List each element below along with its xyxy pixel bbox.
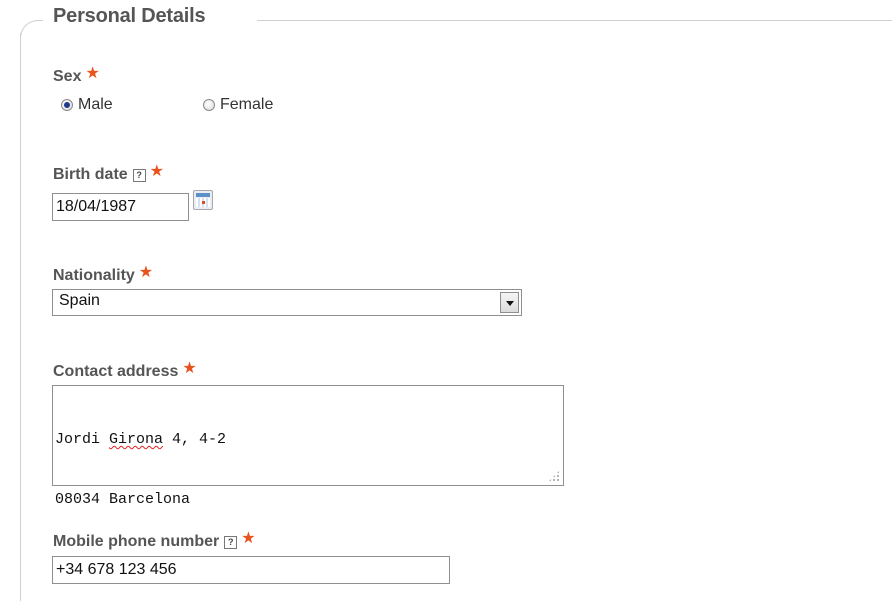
required-star-icon: ★ [241, 530, 256, 547]
birth-date-label-row: Birth date? ★ [53, 163, 165, 184]
fieldset-border-left [20, 33, 21, 601]
birth-date-input[interactable]: 18/04/1987 [52, 193, 189, 221]
help-icon[interactable]: ? [132, 169, 146, 182]
contact-address-label: Contact address [53, 363, 179, 380]
contact-address-textarea[interactable]: Jordi Girona 4, 4-2 08034 Barcelona [52, 385, 564, 508]
address-line-2: 08034 Barcelona [55, 491, 191, 508]
nationality-label: Nationality [53, 267, 135, 284]
mobile-phone-label-row: Mobile phone number? ★ [53, 530, 256, 551]
address-line-1: Jordi Girona 4, 4-2 [55, 430, 561, 450]
mobile-phone-input[interactable]: +34 678 123 456 [52, 556, 450, 584]
fieldset-border-corner [20, 20, 43, 43]
required-star-icon: ★ [149, 163, 165, 180]
address-line-1-prefix: Jordi [55, 431, 110, 448]
sex-label-row: Sex ★ [53, 65, 100, 86]
sex-label: Sex [53, 68, 82, 85]
calendar-icon[interactable] [193, 190, 213, 210]
chevron-down-icon[interactable] [500, 292, 519, 313]
contact-address-label-row: Contact address ★ [53, 360, 197, 381]
required-star-icon: ★ [85, 65, 100, 82]
nationality-select[interactable]: Spain [52, 289, 522, 316]
nationality-selected-value: Spain [59, 292, 100, 309]
personal-details-form: Personal Details Sex ★ Male Female Birth … [0, 0, 892, 601]
fieldset-border-top [257, 20, 892, 21]
mobile-phone-label: Mobile phone number [53, 533, 220, 550]
birth-date-label: Birth date [53, 166, 128, 183]
calendar-icon-header [196, 193, 210, 197]
calendar-icon-grid [196, 198, 210, 207]
required-star-icon: ★ [182, 360, 197, 377]
address-line-1-suffix: 4, 4-2 [163, 431, 227, 448]
sex-option-female[interactable]: Female [203, 96, 273, 114]
resize-grip-icon[interactable] [548, 470, 560, 482]
radio-male[interactable] [61, 99, 73, 111]
radio-female[interactable] [203, 99, 215, 111]
sex-option-male[interactable]: Male [61, 96, 113, 114]
nationality-label-row: Nationality ★ [53, 264, 154, 285]
misspelled-word: Girona [109, 431, 164, 448]
required-star-icon: ★ [138, 264, 154, 281]
help-icon[interactable]: ? [224, 536, 238, 549]
radio-female-label: Female [220, 96, 274, 113]
radio-male-label: Male [78, 96, 113, 113]
section-title: Personal Details [53, 5, 206, 27]
